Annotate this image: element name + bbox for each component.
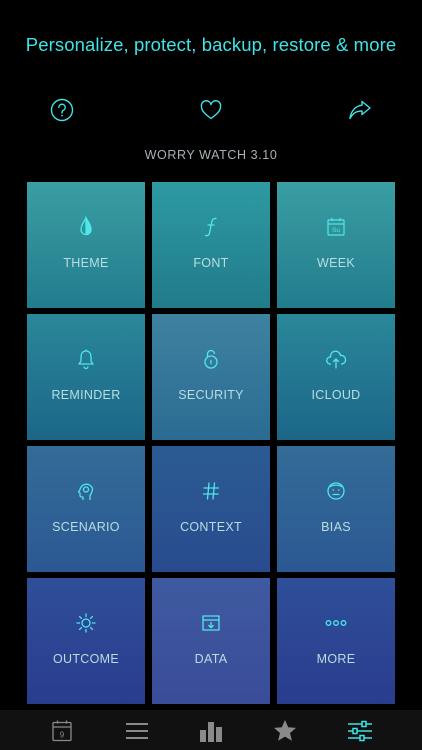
reminder-tile[interactable]: REMINDER xyxy=(27,314,145,440)
tile-label: CONTEXT xyxy=(180,520,242,534)
icloud-tile[interactable]: ICLOUD xyxy=(277,314,395,440)
more-tile[interactable]: MORE xyxy=(277,578,395,704)
cloud-icon xyxy=(324,347,348,371)
tile-label: DATA xyxy=(194,652,228,666)
tile-label: REMINDER xyxy=(51,388,121,402)
tile-label: THEME xyxy=(63,256,109,270)
tile-label: WEEK xyxy=(316,256,355,270)
drop-icon xyxy=(74,215,98,239)
week-tile[interactable]: Su WEEK xyxy=(277,182,395,308)
more-icon xyxy=(324,611,348,635)
app-version: WORRY WATCH 3.10 xyxy=(144,148,278,162)
chart-tab-icon[interactable] xyxy=(197,718,225,744)
scenario-tile[interactable]: SCENARIO xyxy=(27,446,145,572)
list-tab-icon[interactable] xyxy=(123,718,151,744)
tab-bar: 9 xyxy=(0,710,422,750)
help-icon[interactable] xyxy=(48,96,76,124)
tile-label: FONT xyxy=(193,256,229,270)
star-tab-icon[interactable] xyxy=(271,718,299,744)
face-icon xyxy=(324,479,348,503)
calendar-icon-text: Su xyxy=(332,227,340,234)
tile-label: MORE xyxy=(316,652,356,666)
font-icon xyxy=(199,215,223,239)
tile-label: SECURITY xyxy=(178,388,244,402)
heart-icon[interactable] xyxy=(197,96,225,124)
head-icon xyxy=(74,479,98,503)
tile-label: BIAS xyxy=(321,520,351,534)
archive-icon xyxy=(199,611,223,635)
calendar-tab-day: 9 xyxy=(60,731,65,740)
bias-tile[interactable]: BIAS xyxy=(277,446,395,572)
data-tile[interactable]: DATA xyxy=(152,578,270,704)
context-tile[interactable]: CONTEXT xyxy=(152,446,270,572)
tile-label: ICLOUD xyxy=(311,388,361,402)
calendar-icon: Su xyxy=(324,215,348,239)
share-icon[interactable] xyxy=(346,96,374,124)
font-tile[interactable]: FONT xyxy=(152,182,270,308)
outcome-tile[interactable]: OUTCOME xyxy=(27,578,145,704)
top-icon-bar xyxy=(0,96,422,124)
headline: Personalize, protect, backup, restore & … xyxy=(25,34,397,55)
tile-label: SCENARIO xyxy=(52,520,120,534)
calendar-tab-icon[interactable]: 9 xyxy=(48,718,76,744)
security-tile[interactable]: SECURITY xyxy=(152,314,270,440)
theme-tile[interactable]: THEME xyxy=(27,182,145,308)
hash-icon xyxy=(199,479,223,503)
settings-tab-icon[interactable] xyxy=(346,718,374,744)
tile-label: OUTCOME xyxy=(53,652,119,666)
lock-icon xyxy=(199,347,223,371)
settings-grid: THEME FONT Su WEEK REMINDER SECURITY ICL… xyxy=(27,182,395,705)
bell-icon xyxy=(74,347,98,371)
sun-icon xyxy=(74,611,98,635)
